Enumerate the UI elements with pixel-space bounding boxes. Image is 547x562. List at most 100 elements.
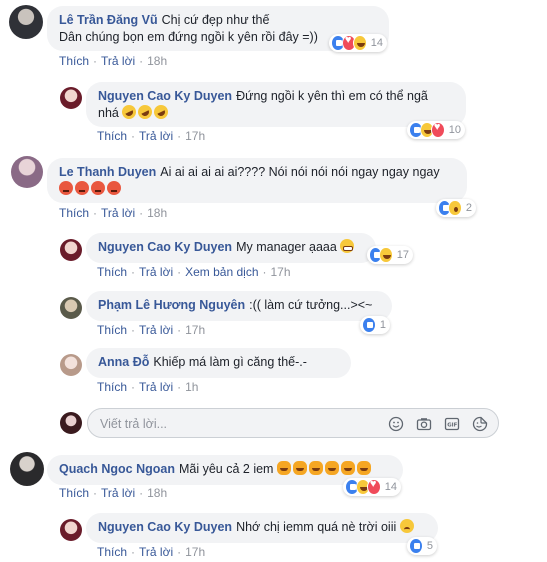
rofl-emoji-icon	[120, 102, 139, 122]
haha-icon	[352, 35, 367, 51]
reaction-summary[interactable]: 14	[329, 34, 387, 52]
reaction-summary[interactable]: 17	[367, 246, 413, 264]
comment-text: Nhớ chị iemm quá nè trời oiii	[236, 520, 397, 534]
timestamp[interactable]: 17h	[185, 129, 205, 143]
comment-author[interactable]: Le Thanh Duyen	[59, 165, 156, 179]
cat-emoji-icon	[308, 461, 323, 475]
cat-emoji-icon	[356, 461, 371, 475]
reaction-summary[interactable]: 10	[407, 121, 465, 139]
like-link[interactable]: Thích	[97, 265, 127, 279]
timestamp[interactable]: 1h	[185, 380, 198, 394]
cat-emoji-icon	[276, 461, 291, 475]
reply-link[interactable]: Trả lời	[101, 54, 135, 68]
reaction-count: 5	[426, 540, 433, 552]
comment-actions: Thích · Trả lời · 18h	[59, 486, 168, 500]
cat-emoji-icon	[292, 461, 307, 475]
comment-actions: Thích · Trả lời · 1h	[97, 380, 199, 394]
comment-author[interactable]: Anna Đỗ	[98, 355, 149, 369]
comment-text: Mãi yêu cả 2 iem	[178, 462, 274, 476]
timestamp[interactable]: 17h	[185, 545, 205, 559]
comment-text: My manager ạaaa	[236, 240, 337, 254]
reply-box: GIF	[87, 408, 499, 438]
like-link[interactable]: Thích	[97, 545, 127, 559]
svg-text:GIF: GIF	[447, 423, 457, 429]
like-link[interactable]: Thích	[97, 380, 127, 394]
like-link[interactable]: Thích	[59, 206, 89, 220]
reaction-count: 17	[396, 249, 409, 261]
timestamp[interactable]: 18h	[147, 486, 167, 500]
avatar[interactable]	[60, 239, 82, 261]
reply-link[interactable]: Trả lời	[101, 486, 135, 500]
current-user-avatar	[60, 412, 82, 434]
comment-text: nhá	[98, 106, 119, 120]
comment-actions: Thích · Trả lời · 17h	[97, 129, 206, 143]
like-link[interactable]: Thích	[97, 129, 127, 143]
comment-author[interactable]: Phạm Lê Hương Nguyên	[98, 298, 245, 312]
avatar[interactable]	[11, 156, 43, 188]
comment-author[interactable]: Quach Ngoc Ngoan	[59, 462, 175, 476]
comment-text: Khiếp má làm gì căng thế-.-	[153, 355, 307, 369]
reaction-summary[interactable]: 5	[407, 537, 437, 555]
timestamp[interactable]: 18h	[147, 54, 167, 68]
avatar[interactable]	[60, 87, 82, 109]
comment-author[interactable]: Nguyen Cao Ky Duyen	[98, 520, 232, 534]
comment-author[interactable]: Lê Trần Đăng Vũ	[59, 13, 158, 27]
comment-bubble: Nguyen Cao Ky Duyen My manager ạaaa	[86, 233, 376, 263]
cat-emoji-icon	[340, 461, 355, 475]
comment-text: :(( làm cứ tưởng...><~	[249, 298, 373, 312]
gif-icon[interactable]: GIF	[444, 416, 460, 432]
reply-link[interactable]: Trả lời	[139, 323, 173, 337]
see-translation-link[interactable]: Xem bản dịch	[185, 265, 258, 279]
angry-emoji-icon	[107, 181, 121, 195]
comment-bubble: Nguyen Cao Ky Duyen Đứng ngồi k yên thì e…	[86, 82, 466, 127]
reaction-summary[interactable]: 14	[343, 478, 401, 496]
reaction-count: 14	[384, 481, 398, 493]
reply-link[interactable]: Trả lời	[139, 129, 173, 143]
reaction-count: 2	[465, 202, 472, 214]
emoji-icon[interactable]	[388, 416, 404, 432]
avatar[interactable]	[10, 452, 44, 486]
comment-actions: Thích · Trả lời · 17h	[97, 545, 206, 559]
comment-text: Ai ai ai ai ai ai???? Nói nói nói nói ng…	[160, 165, 440, 179]
comment-author[interactable]: Nguyen Cao Ky Duyen	[98, 240, 232, 254]
haha-icon	[379, 247, 393, 263]
comment-text: Chị cứ đẹp như thế	[161, 13, 270, 27]
reply-link[interactable]: Trả lời	[139, 545, 173, 559]
timestamp[interactable]: 17h	[271, 265, 291, 279]
sticker-icon[interactable]	[472, 416, 488, 432]
grin-emoji-icon	[340, 239, 355, 253]
like-icon	[362, 317, 376, 333]
angry-emoji-icon	[59, 181, 73, 195]
like-icon	[409, 538, 423, 554]
comment-text: Dân chúng bọn em đứng ngồi k yên rồi đây…	[59, 30, 318, 44]
crying-emoji-icon	[399, 519, 414, 533]
love-icon	[366, 478, 381, 495]
avatar[interactable]	[60, 297, 82, 319]
timestamp[interactable]: 17h	[185, 323, 205, 337]
camera-icon[interactable]	[416, 416, 432, 432]
angry-emoji-icon	[75, 181, 89, 195]
avatar[interactable]	[60, 354, 82, 376]
love-icon	[430, 121, 445, 138]
reply-link[interactable]: Trả lời	[139, 265, 173, 279]
avatar[interactable]	[60, 519, 82, 541]
rofl-emoji-icon	[152, 102, 171, 122]
like-link[interactable]: Thích	[59, 54, 89, 68]
cat-emoji-icon	[324, 461, 339, 475]
wow-icon	[448, 200, 462, 216]
reply-input[interactable]	[98, 413, 382, 435]
reaction-summary[interactable]: 2	[436, 199, 476, 217]
like-link[interactable]: Thích	[97, 323, 127, 337]
reaction-count: 14	[370, 37, 384, 49]
reply-link[interactable]: Trả lời	[139, 380, 173, 394]
comment-bubble: Anna Đỗ Khiếp má làm gì căng thế-.-	[86, 348, 351, 378]
reply-link[interactable]: Trả lời	[101, 206, 135, 220]
comment-actions: Thích · Trả lời · 17h	[97, 323, 206, 337]
rofl-emoji-icon	[136, 102, 155, 122]
reaction-summary[interactable]: 1	[360, 316, 390, 334]
avatar[interactable]	[9, 5, 43, 39]
timestamp[interactable]: 18h	[147, 206, 167, 220]
comment-author[interactable]: Nguyen Cao Ky Duyen	[98, 89, 232, 103]
comment-bubble: Nguyen Cao Ky Duyen Nhớ chị iemm quá nè t…	[86, 513, 438, 543]
like-link[interactable]: Thích	[59, 486, 89, 500]
